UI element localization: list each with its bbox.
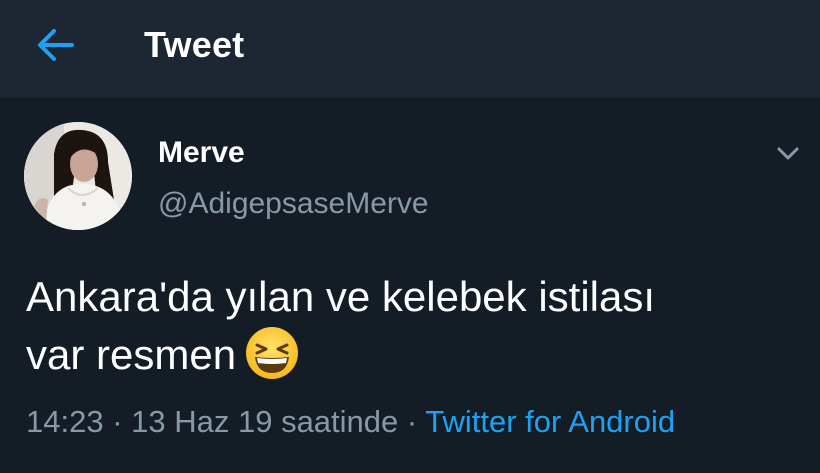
tweet-detail: Merve @AdigepsaseMerve Ankara'da yılan v… <box>0 99 820 473</box>
author-name[interactable]: Merve <box>158 135 245 171</box>
tweet-date: 13 Haz 19 saatinde <box>131 404 399 439</box>
tweet-text-line-1: Ankara'da yılan ve kelebek istilası <box>26 273 656 320</box>
back-button[interactable] <box>34 25 78 65</box>
tweet-timestamp-row: 14:23 · 13 Haz 19 saatinde · Twitter for… <box>26 402 675 442</box>
meta-separator: · <box>103 404 132 439</box>
grinning-squinting-face-icon <box>244 325 300 381</box>
page-title: Tweet <box>144 24 245 65</box>
top-bar: Tweet <box>0 0 820 99</box>
tweet-text: Ankara'da yılan ve kelebek istilası var … <box>26 269 806 383</box>
avatar[interactable] <box>24 122 132 230</box>
tweet-time: 14:23 <box>26 404 104 439</box>
tweet-menu-button[interactable] <box>770 141 806 167</box>
chevron-down-icon <box>777 147 799 160</box>
avatar-photo <box>24 122 132 230</box>
tweet-source-link[interactable]: Twitter for Android <box>425 404 675 439</box>
meta-separator: · <box>398 404 426 439</box>
tweet-text-line-2: var resmen <box>26 325 806 383</box>
arrow-left-icon <box>38 29 74 61</box>
tweet-text-line-2-words: var resmen <box>26 331 237 378</box>
author-handle[interactable]: @AdigepsaseMerve <box>158 186 429 222</box>
